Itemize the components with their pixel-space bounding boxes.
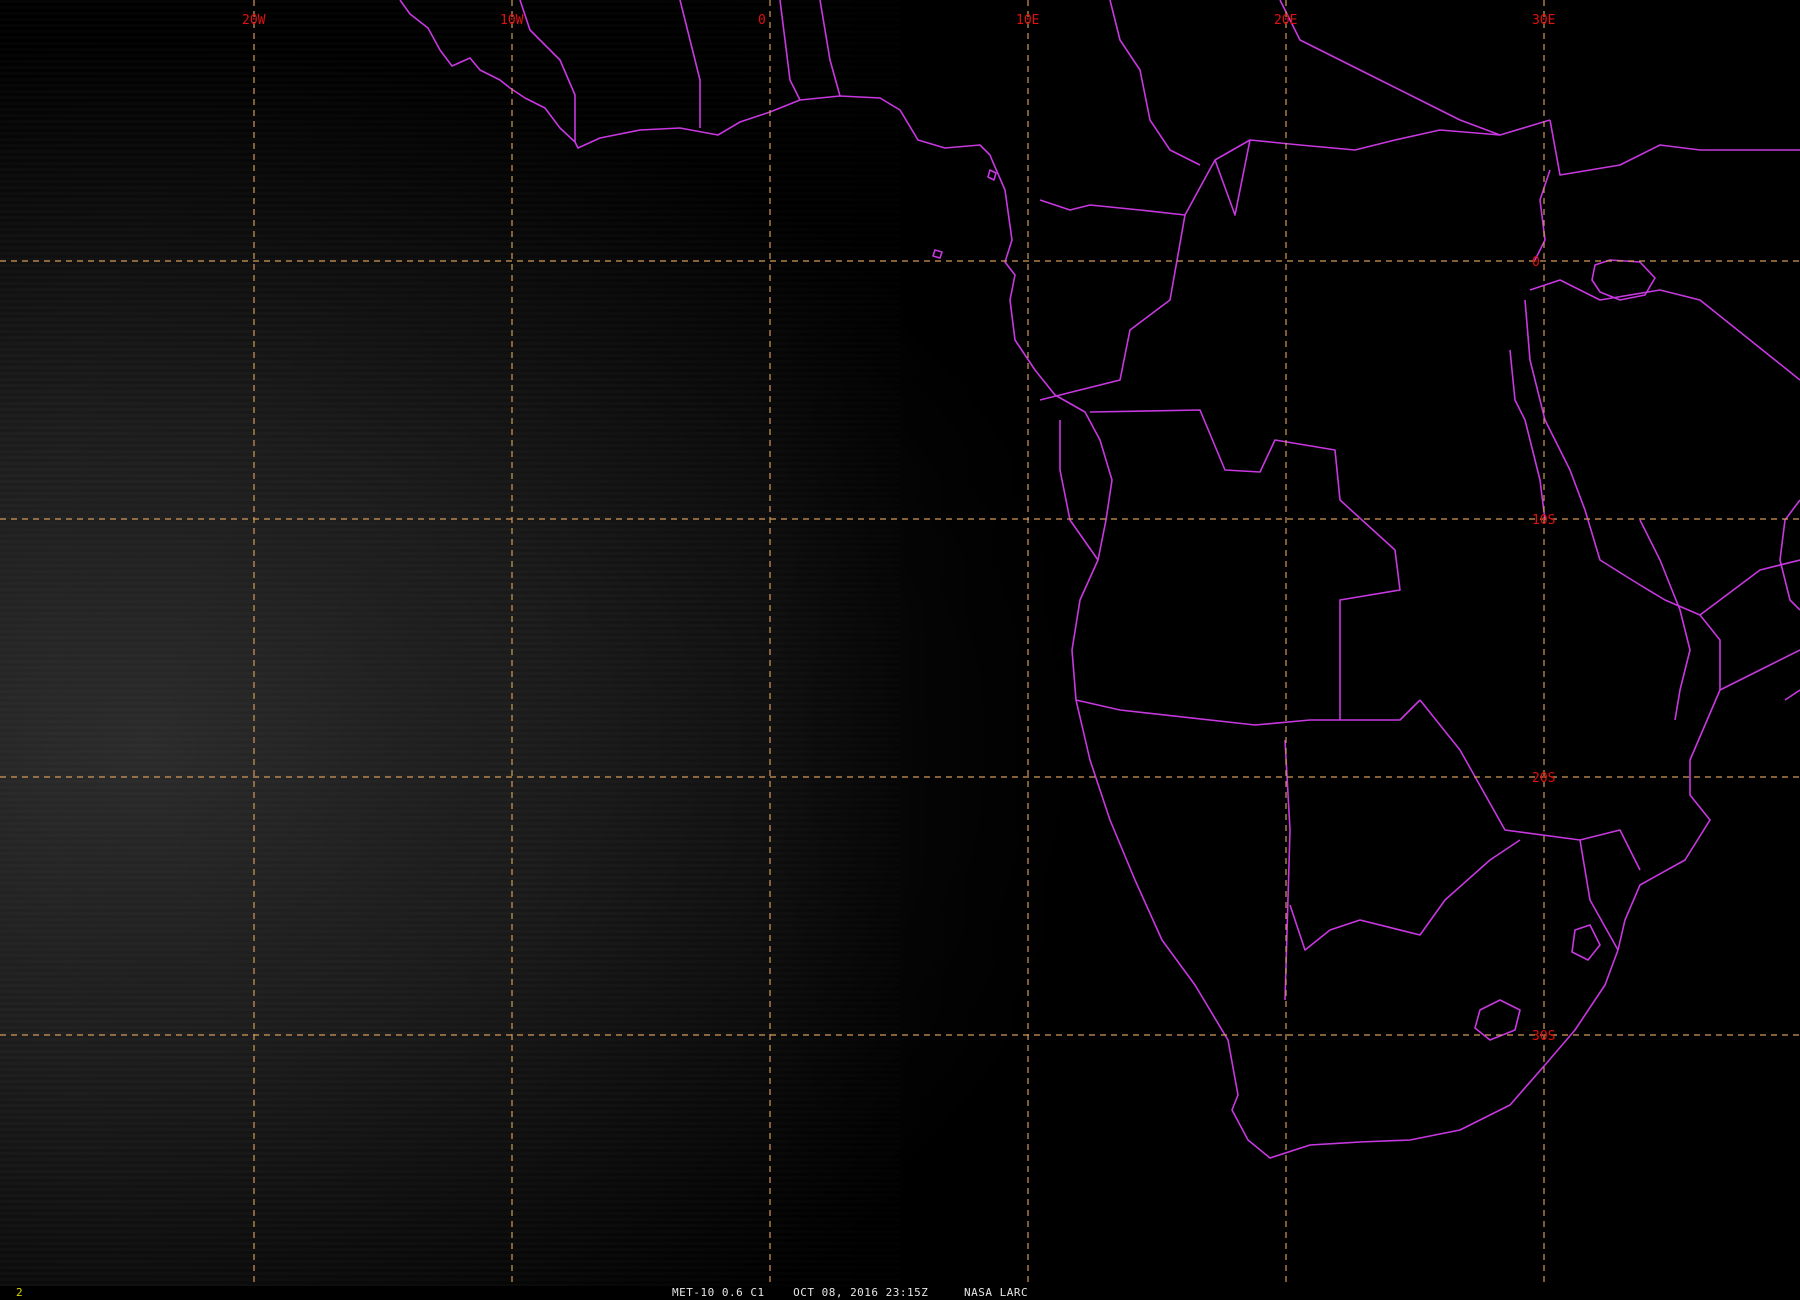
longitude-label: 0 [758,13,766,28]
latitude-label: 10S [1532,513,1555,528]
status-bar: 2 MET-10 0.6 C1 OCT 08, 2016 23:15Z NASA… [0,1286,1800,1300]
latitude-label: 30S [1532,1029,1555,1044]
imagery-terminator [0,0,1800,1286]
satellite-map: 20W 10W 0 10E 20E 30E 0 10S 20S 30S [0,0,1800,1286]
longitude-label: 20W [242,13,266,28]
longitude-label: 10W [500,13,524,28]
latitude-label: 0 [1532,255,1540,270]
satellite-image-viewer: 20W 10W 0 10E 20E 30E 0 10S 20S 30S 2 MET-10 0.6… [0,0,1800,1300]
frame-number: 2 [16,1286,23,1299]
image-caption: MET-10 0.6 C1 OCT 08, 2016 23:15Z NASA L… [672,1286,1029,1299]
longitude-label: 10E [1016,13,1039,28]
longitude-label: 30E [1532,13,1555,28]
latitude-label: 20S [1532,771,1555,786]
longitude-label: 20E [1274,13,1297,28]
imagery-layer [0,0,1800,1286]
